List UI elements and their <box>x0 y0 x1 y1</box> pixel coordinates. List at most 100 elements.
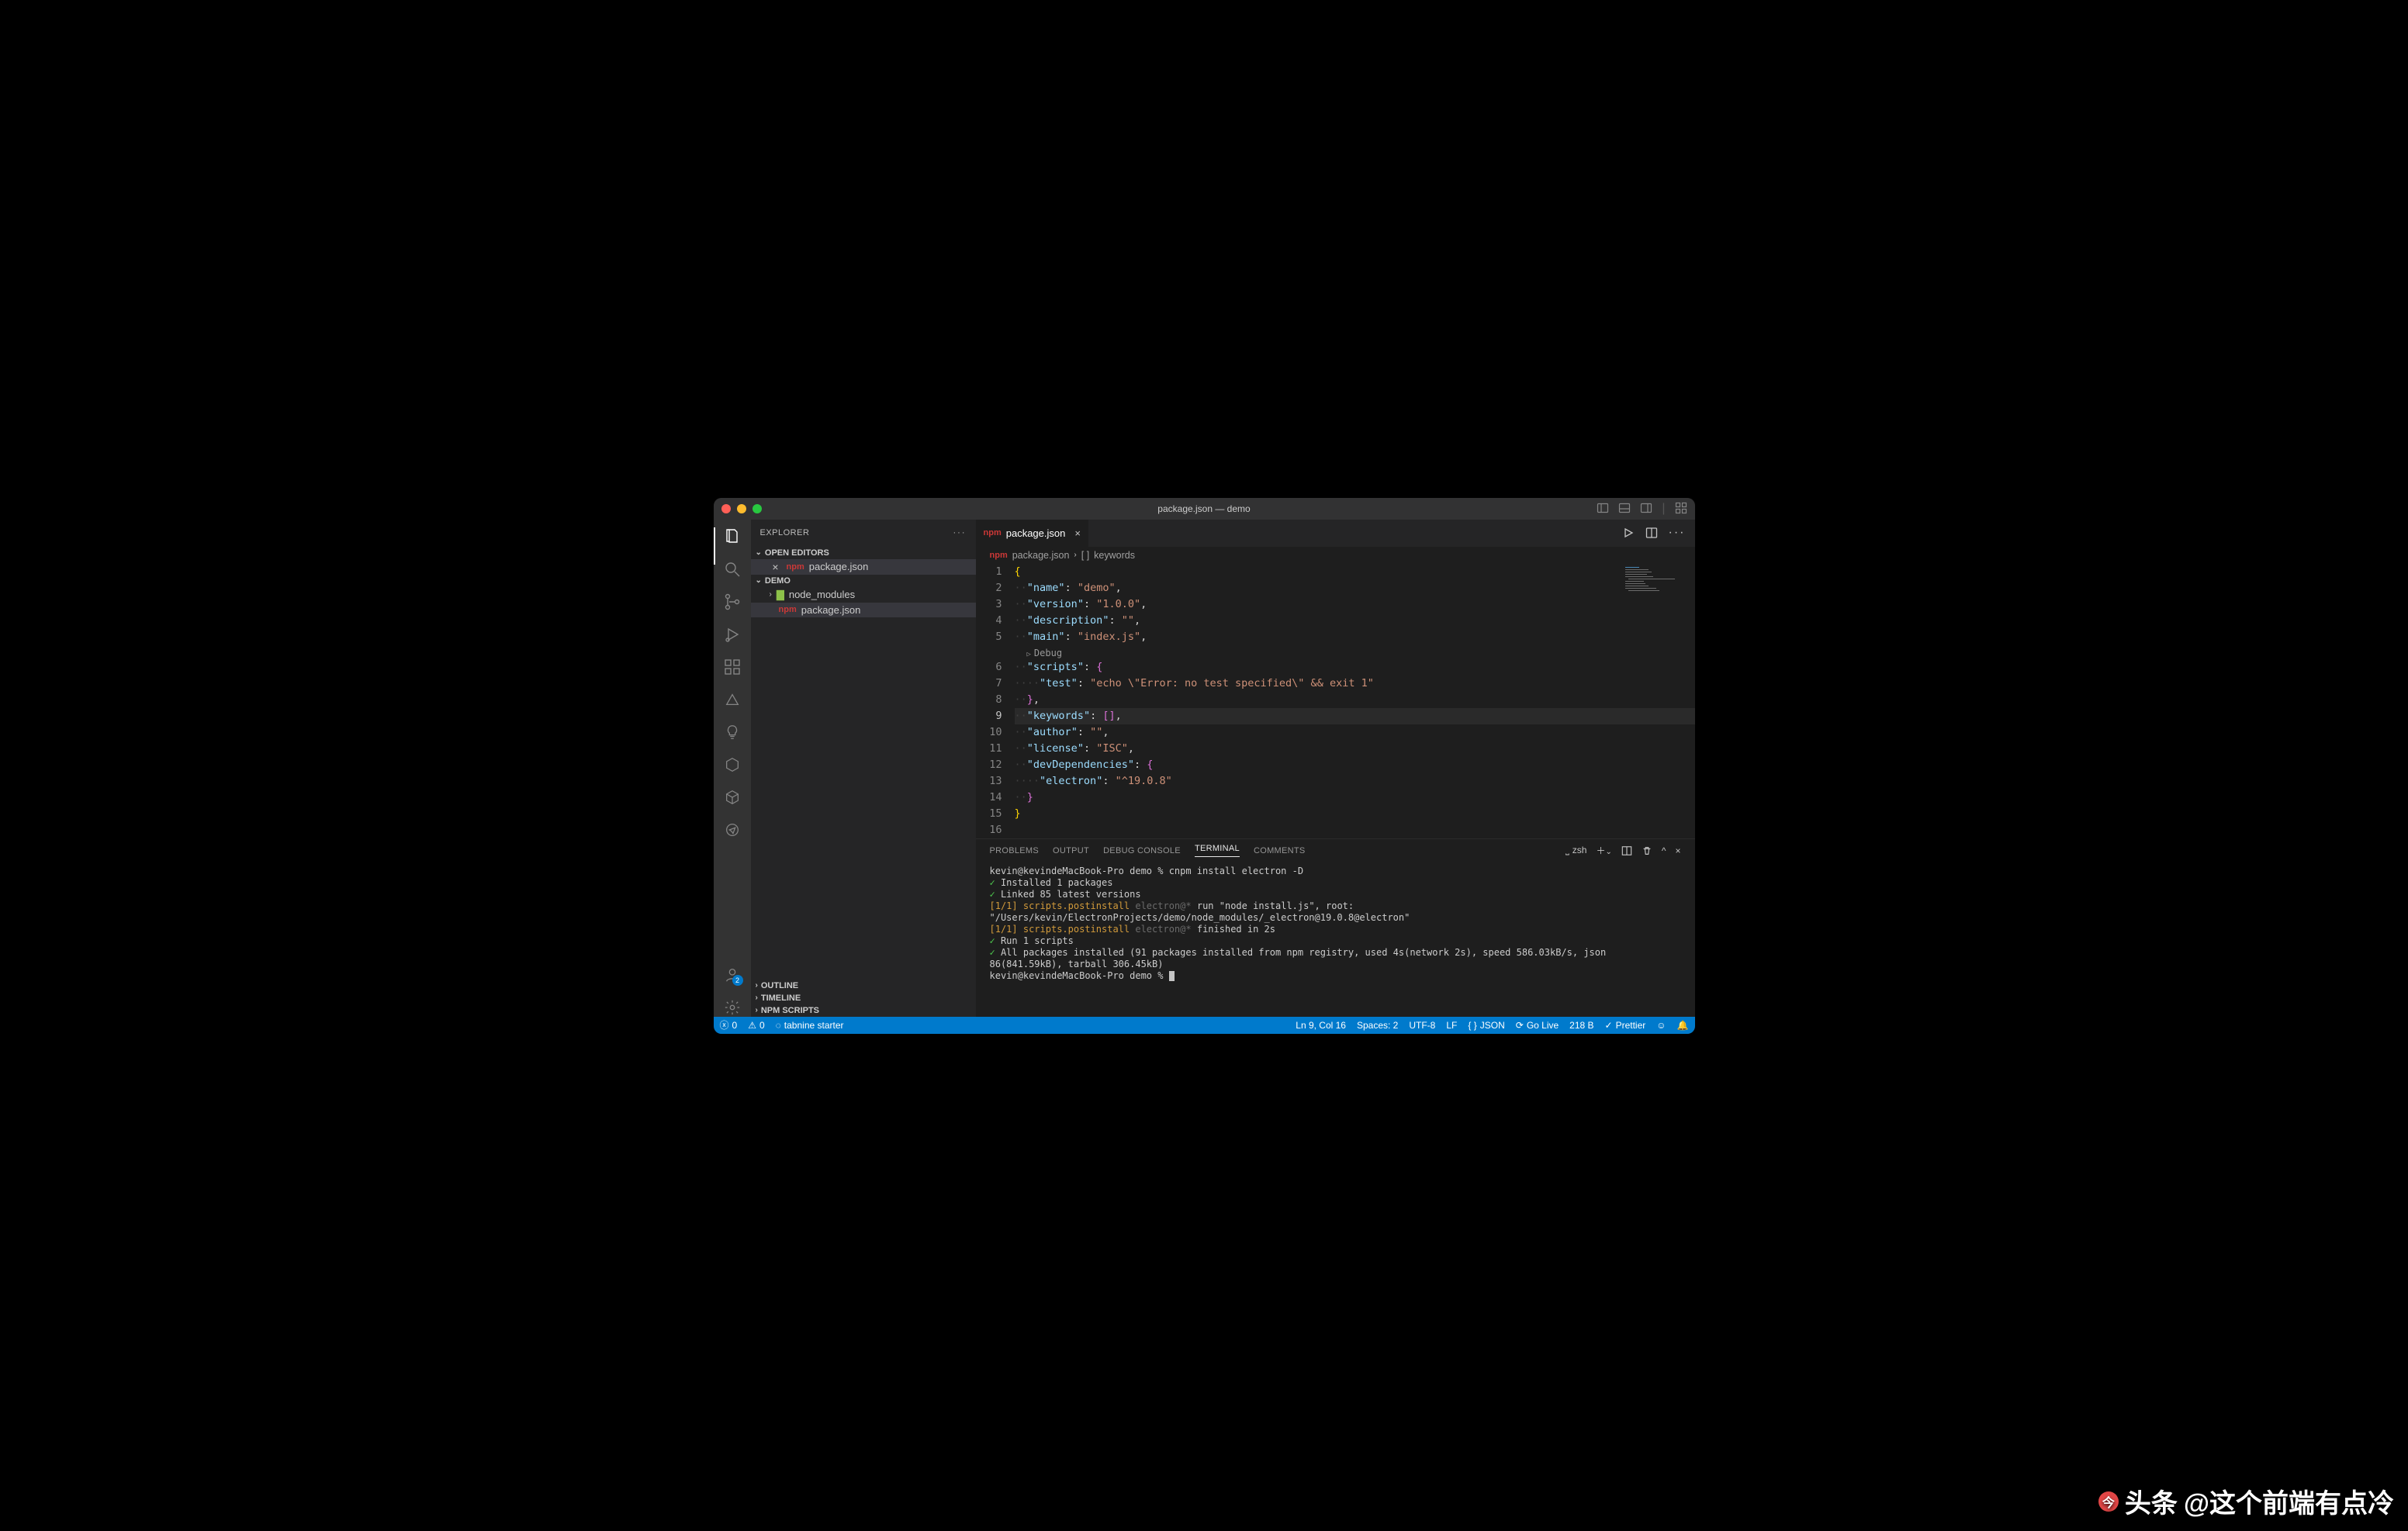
new-terminal-icon[interactable]: ＋⌄ <box>1596 844 1611 857</box>
status-warnings[interactable]: ⚠ 0 <box>748 1020 764 1031</box>
watermark-brand: 头条 <box>2125 1482 2178 1520</box>
explorer-more-icon[interactable]: ··· <box>953 528 967 537</box>
minimap[interactable] <box>1617 564 1695 719</box>
term-line: ✓ Run 1 scripts <box>990 935 1681 947</box>
project-section[interactable]: ⌄ DEMO <box>751 575 976 587</box>
outline-label: OUTLINE <box>761 981 798 990</box>
tree-item-node-modules[interactable]: › ▇ node_modules <box>751 587 976 603</box>
line-gutter: 12345 678910111213141516 <box>976 564 1015 838</box>
bottom-panel: PROBLEMS OUTPUT DEBUG CONSOLE TERMINAL C… <box>976 838 1695 1017</box>
status-prettier[interactable]: ✓ Prettier <box>1605 1020 1646 1031</box>
activity-source-control-icon[interactable] <box>723 593 742 611</box>
layout-primary-sidebar-icon[interactable] <box>1597 502 1609 514</box>
activity-cube-icon[interactable] <box>723 788 742 807</box>
watermark: 今 头条 @这个前端有点冷 <box>2098 1482 2394 1520</box>
tree-label: node_modules <box>789 589 855 600</box>
kill-terminal-icon[interactable] <box>1642 845 1652 856</box>
activity-share-icon[interactable] <box>723 821 742 839</box>
term-line: ✓ Linked 85 latest versions <box>990 889 1681 900</box>
array-icon: [ ] <box>1081 550 1089 561</box>
editor-tab[interactable]: npm package.json × <box>976 520 1089 547</box>
folder-icon: ▇ <box>777 589 784 601</box>
titlebar: package.json — demo | <box>714 498 1695 520</box>
explorer-title: EXPLORER <box>760 528 810 537</box>
npm-scripts-label: NPM SCRIPTS <box>761 1006 819 1015</box>
close-panel-icon[interactable]: × <box>1675 845 1680 856</box>
editor-more-icon[interactable]: ··· <box>1669 526 1686 540</box>
open-editor-item[interactable]: × npm package.json <box>751 559 976 575</box>
codelens-debug[interactable]: ▷Debug <box>1015 645 1695 659</box>
panel-tab-comments[interactable]: COMMENTS <box>1254 846 1306 855</box>
editor-tab-label: package.json <box>1006 527 1066 539</box>
activity-search-icon[interactable] <box>723 560 742 579</box>
status-indent[interactable]: Spaces: 2 <box>1357 1020 1398 1031</box>
npm-file-icon: npm <box>779 605 797 614</box>
status-feedback-icon[interactable]: ☺ <box>1656 1020 1666 1031</box>
editor-area: npm package.json × ··· npm package.json … <box>976 520 1695 1017</box>
status-language[interactable]: { } JSON <box>1468 1020 1504 1031</box>
panel-tab-problems[interactable]: PROBLEMS <box>990 846 1040 855</box>
code-editor[interactable]: 12345 678910111213141516 { ··"name": "de… <box>976 564 1695 838</box>
outline-section[interactable]: ›OUTLINE <box>751 980 976 992</box>
breadcrumb-file: package.json <box>1012 550 1070 561</box>
close-editor-icon[interactable]: × <box>770 561 782 573</box>
status-filesize[interactable]: 218 B <box>1569 1020 1593 1031</box>
term-line: [1/1] scripts.postinstall electron@* run… <box>990 900 1681 924</box>
status-bell-icon[interactable]: 🔔 <box>1677 1020 1689 1031</box>
open-editor-label: package.json <box>809 561 869 572</box>
terminal[interactable]: kevin@kevindeMacBook-Pro demo % cnpm ins… <box>976 862 1695 1017</box>
activity-settings-icon[interactable] <box>723 998 742 1017</box>
status-eol[interactable]: LF <box>1446 1020 1457 1031</box>
tab-close-icon[interactable]: × <box>1074 527 1081 539</box>
timeline-section[interactable]: ›TIMELINE <box>751 992 976 1004</box>
account-badge: 2 <box>732 975 743 986</box>
status-bar: ⓧ 0 ⚠ 0 ◌ tabnine starter Ln 9, Col 16 S… <box>714 1017 1695 1034</box>
npm-file-icon: npm <box>990 551 1008 560</box>
status-cursor-position[interactable]: Ln 9, Col 16 <box>1296 1020 1346 1031</box>
watermark-logo-icon: 今 <box>2098 1491 2119 1512</box>
editor-tabs: npm package.json × ··· <box>976 520 1695 547</box>
npm-scripts-section[interactable]: ›NPM SCRIPTS <box>751 1004 976 1017</box>
activity-lightbulb-icon[interactable] <box>723 723 742 741</box>
customize-layout-icon[interactable] <box>1675 502 1687 514</box>
activity-run-debug-icon[interactable] <box>723 625 742 644</box>
panel-tab-terminal[interactable]: TERMINAL <box>1195 844 1240 857</box>
split-terminal-icon[interactable] <box>1621 845 1632 856</box>
project-label: DEMO <box>765 576 791 586</box>
split-editor-icon[interactable] <box>1645 527 1658 539</box>
timeline-label: TIMELINE <box>761 994 801 1003</box>
term-line: ✓ All packages installed (91 packages in… <box>990 947 1681 970</box>
open-editors-section[interactable]: ⌄ OPEN EDITORS <box>751 547 976 559</box>
panel-tabs: PROBLEMS OUTPUT DEBUG CONSOLE TERMINAL C… <box>976 839 1695 862</box>
npm-file-icon: npm <box>984 528 1002 537</box>
activity-extensions-icon[interactable] <box>723 658 742 676</box>
watermark-text: @这个前端有点冷 <box>2184 1482 2394 1520</box>
status-errors[interactable]: ⓧ 0 <box>720 1018 738 1032</box>
layout-secondary-sidebar-icon[interactable] <box>1640 502 1652 514</box>
term-line: ✓ Installed 1 packages <box>990 877 1681 889</box>
terminal-cursor <box>1169 971 1175 981</box>
maximize-panel-icon[interactable]: ^ <box>1662 845 1666 856</box>
run-icon[interactable] <box>1622 527 1635 539</box>
term-line: kevin@kevindeMacBook-Pro demo % <box>990 970 1681 982</box>
activity-explorer-icon[interactable] <box>723 527 742 546</box>
window-title: package.json — demo <box>714 503 1695 514</box>
code-content[interactable]: { ··"name": "demo", ··"version": "1.0.0"… <box>1015 564 1695 838</box>
status-go-live[interactable]: ⟳ Go Live <box>1516 1020 1559 1031</box>
status-encoding[interactable]: UTF-8 <box>1409 1020 1435 1031</box>
term-line: [1/1] scripts.postinstall electron@* fin… <box>990 924 1681 935</box>
layout-panel-icon[interactable] <box>1618 502 1631 514</box>
term-line: kevin@kevindeMacBook-Pro demo % cnpm ins… <box>990 866 1681 877</box>
breadcrumb-symbol: keywords <box>1094 550 1135 561</box>
status-tabnine[interactable]: ◌ tabnine starter <box>776 1020 844 1031</box>
breadcrumb[interactable]: npm package.json › [ ] keywords <box>976 547 1695 564</box>
activity-item-icon[interactable] <box>723 690 742 709</box>
terminal-shell-label[interactable]: ⎵zsh <box>1566 845 1587 856</box>
tree-item-package-json[interactable]: npm package.json <box>751 603 976 617</box>
open-editors-label: OPEN EDITORS <box>765 548 829 558</box>
panel-tab-debug[interactable]: DEBUG CONSOLE <box>1103 846 1181 855</box>
activity-bar: 2 <box>714 520 751 1017</box>
activity-hexagon-icon[interactable] <box>723 755 742 774</box>
panel-tab-output[interactable]: OUTPUT <box>1053 846 1089 855</box>
activity-account-icon[interactable]: 2 <box>723 966 742 984</box>
